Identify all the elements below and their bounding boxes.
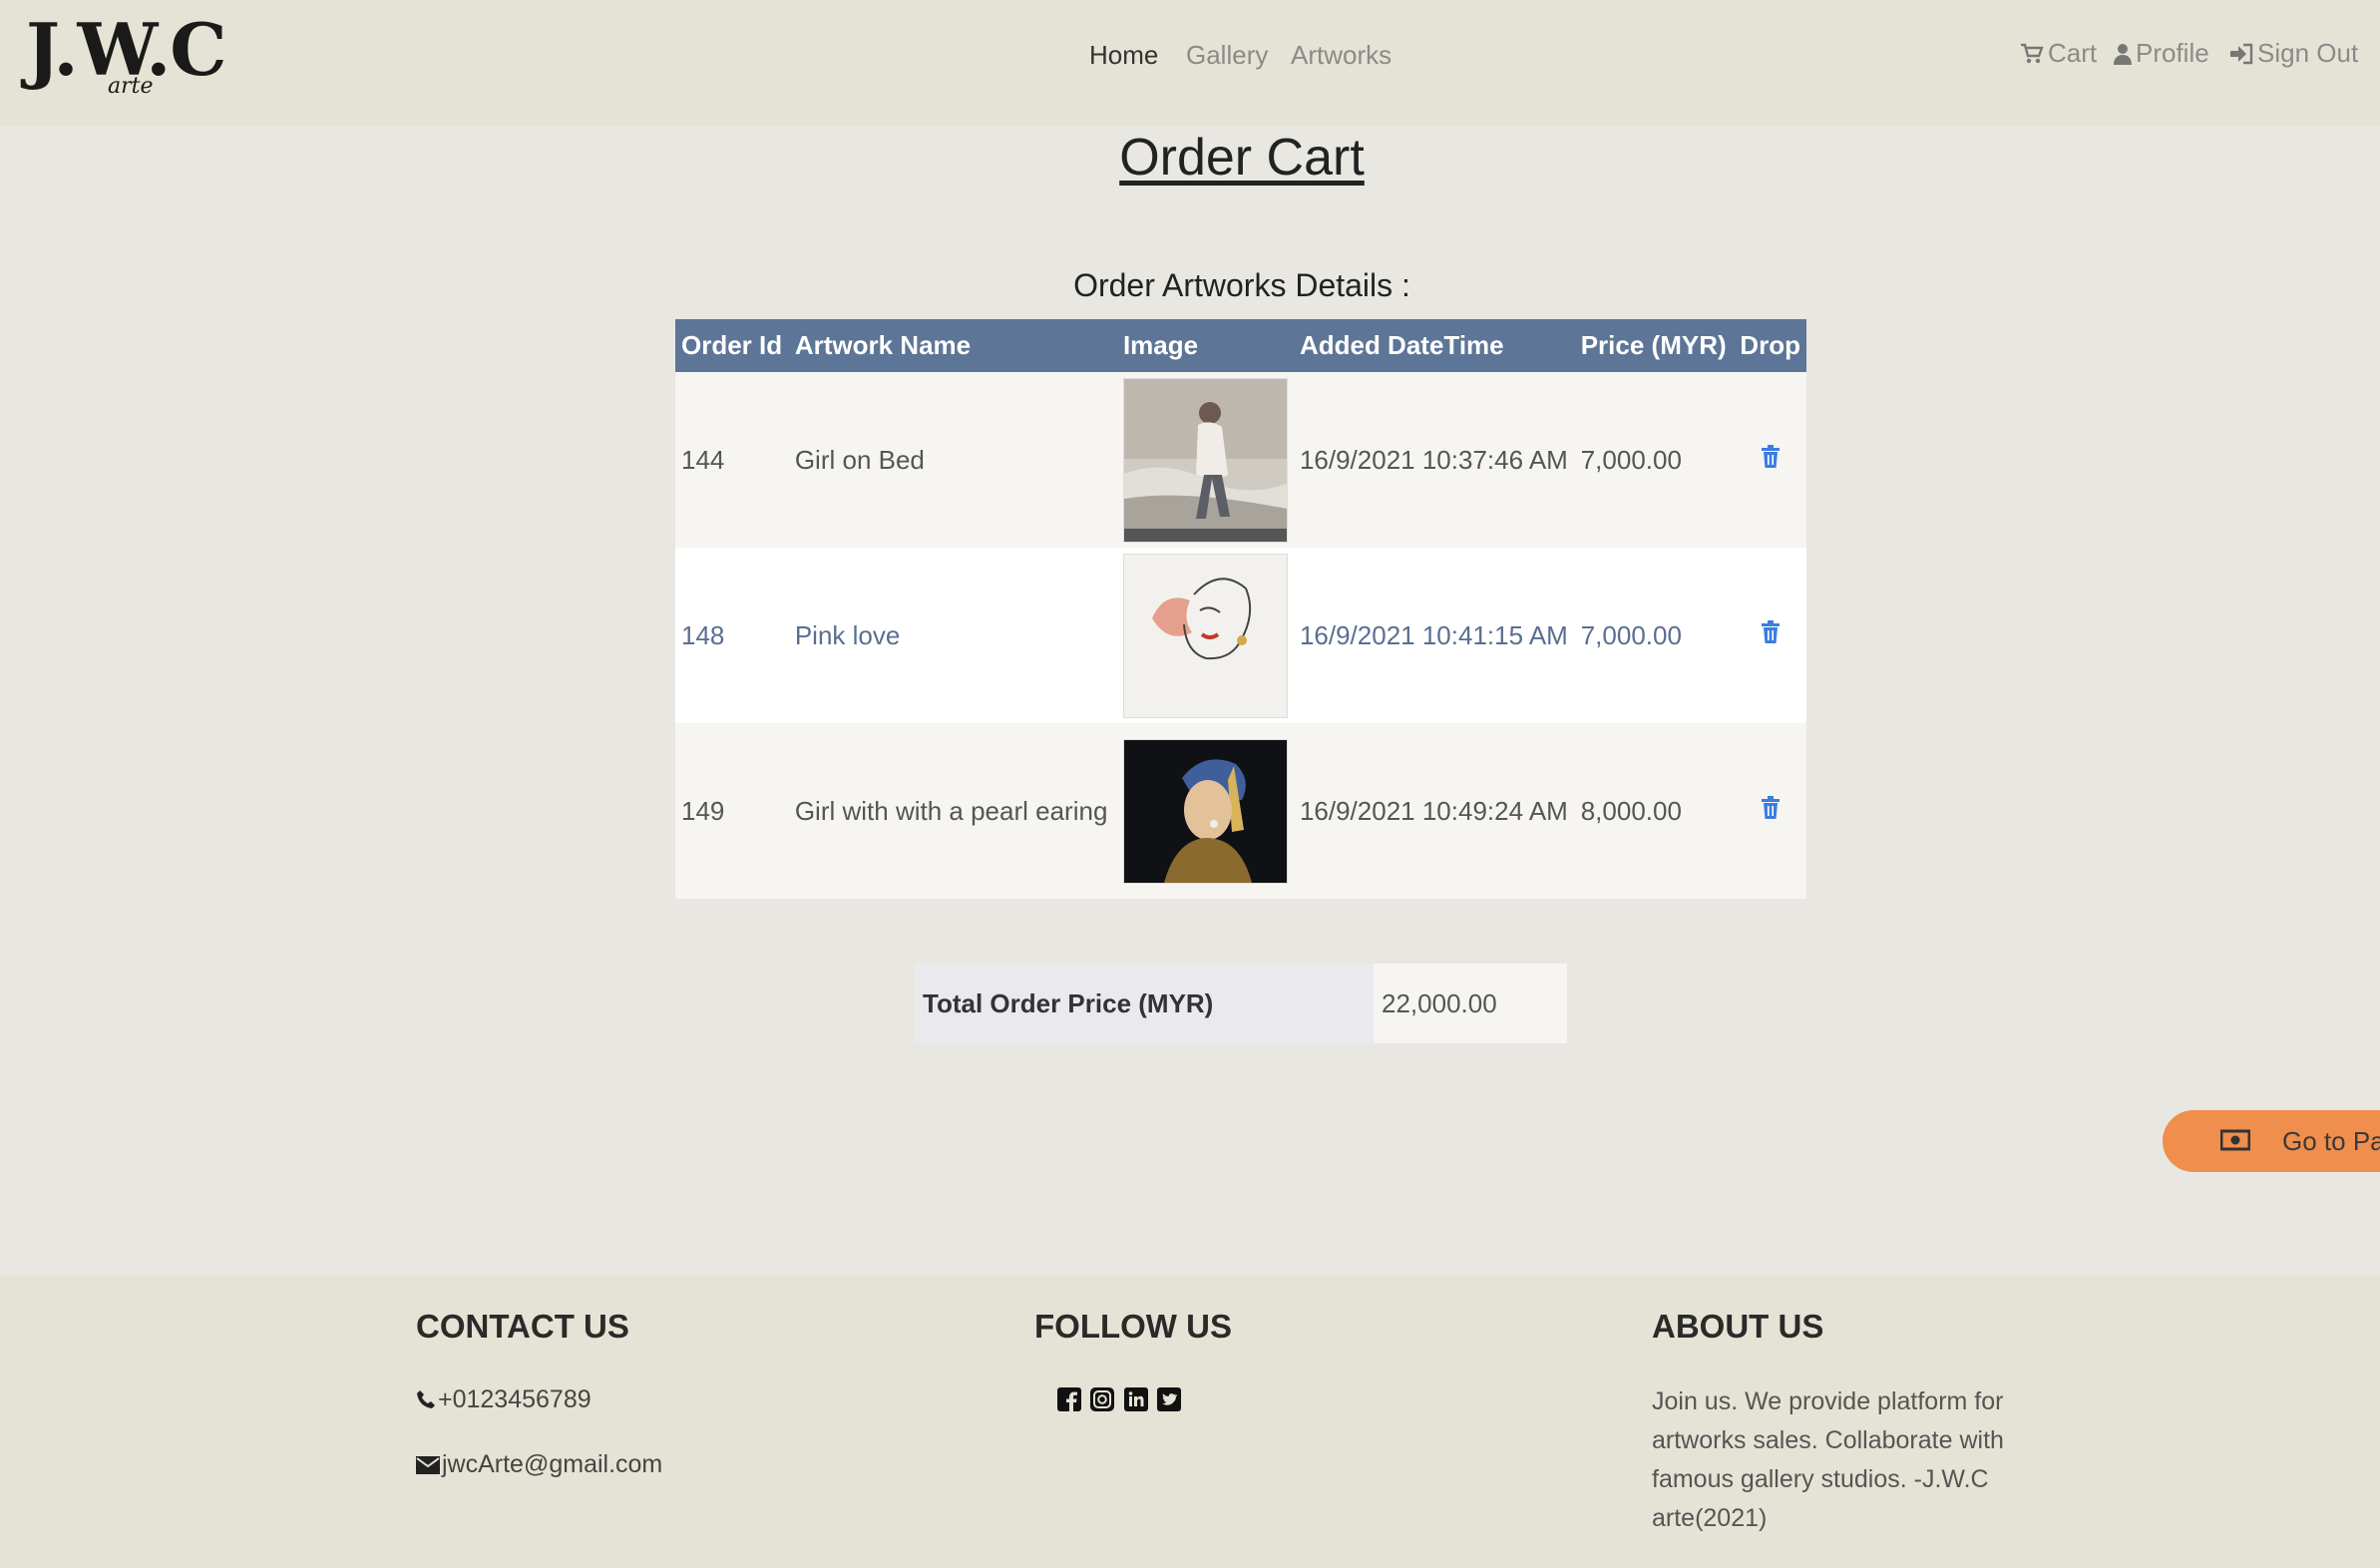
artwork-name-cell: Girl with with a pearl earing [788, 723, 1117, 899]
profile-label: Profile [2136, 38, 2209, 68]
table-row: 148 Pink love 16/9/2021 10:41:15 AM 7,00… [675, 548, 1806, 723]
user-icon [2114, 44, 2132, 65]
phone-line: +0123456789 [416, 1385, 592, 1414]
sign-out-label: Sign Out [2257, 38, 2359, 68]
cart-link[interactable]: Cart [2020, 38, 2097, 69]
col-order-id: Order Id [675, 319, 789, 372]
total-value: 22,000.00 [1374, 964, 1567, 1043]
total-row: Total Order Price (MYR) 22,000.00 [915, 964, 1567, 1043]
table-row: 144 Girl on Bed 16/9/2021 10:37:46 AM 7,… [675, 372, 1806, 548]
follow-heading: FOLLOW US [1034, 1308, 1232, 1345]
linkedin-icon[interactable] [1123, 1387, 1148, 1416]
col-artwork-name: Artwork Name [788, 319, 1117, 372]
table-header-row: Order Id Artwork Name Image Added DateTi… [675, 319, 1806, 372]
cart-label: Cart [2048, 38, 2098, 68]
drop-cell [1734, 723, 1806, 899]
brand-logo[interactable]: J.W.C arte [26, 8, 265, 108]
price-cell: 7,000.00 [1574, 372, 1735, 548]
follow-section: FOLLOW US [1034, 1308, 1232, 1346]
order-id-cell: 148 [675, 548, 789, 723]
price-cell: 7,000.00 [1574, 548, 1735, 723]
envelope-icon [416, 1456, 440, 1474]
sign-out-icon [2230, 43, 2253, 65]
about-section: ABOUT US [1652, 1308, 1823, 1346]
image-cell [1116, 723, 1294, 899]
facebook-icon[interactable] [1057, 1387, 1081, 1416]
pink-love-thumbnail[interactable] [1122, 553, 1288, 718]
trash-icon[interactable] [1761, 619, 1781, 651]
added-datetime-cell: 16/9/2021 10:49:24 AM [1293, 723, 1575, 899]
go-to-payment-button[interactable]: Go to Pa [2163, 1110, 2380, 1172]
artwork-name-cell: Pink love [788, 548, 1117, 723]
profile-link[interactable]: Profile [2114, 38, 2209, 69]
phone-number[interactable]: +0123456789 [438, 1385, 592, 1413]
order-id-cell: 149 [675, 723, 789, 899]
girl-on-bed-thumbnail[interactable] [1122, 377, 1288, 543]
nav-gallery[interactable]: Gallery [1186, 40, 1268, 71]
email-line: jwcArte@gmail.com [416, 1450, 662, 1479]
nav-artworks[interactable]: Artworks [1291, 40, 1391, 71]
table-row: 149 Girl with with a pearl earing 16/9/2… [675, 723, 1806, 899]
contact-section: CONTACT US [416, 1308, 629, 1346]
order-cart-table: Order Id Artwork Name Image Added DateTi… [675, 319, 1806, 899]
email-address[interactable]: jwcArte@gmail.com [442, 1450, 662, 1478]
drop-cell [1734, 372, 1806, 548]
image-cell [1116, 548, 1294, 723]
drop-cell [1734, 548, 1806, 723]
col-drop: Drop [1734, 319, 1806, 372]
price-cell: 8,000.00 [1574, 723, 1735, 899]
nav-home[interactable]: Home [1089, 40, 1158, 71]
added-datetime-cell: 16/9/2021 10:41:15 AM [1293, 548, 1575, 723]
logo-subtext: arte [108, 74, 154, 99]
money-icon [2220, 1129, 2250, 1151]
page-title: Order Cart [1119, 129, 1365, 187]
section-title: Order Artworks Details : [1073, 267, 1410, 303]
col-added-datetime: Added DateTime [1293, 319, 1575, 372]
about-heading: ABOUT US [1652, 1308, 1824, 1345]
cart-icon [2021, 43, 2044, 64]
col-price: Price (MYR) [1574, 319, 1735, 372]
trash-icon[interactable] [1761, 795, 1781, 827]
total-label: Total Order Price (MYR) [915, 964, 1374, 1043]
total-order-table: Total Order Price (MYR) 22,000.00 [915, 964, 1567, 1043]
account-nav: Cart Profile Sign Out [2020, 38, 2362, 78]
image-cell [1116, 372, 1294, 548]
pay-button-label: Go to Pa [2282, 1126, 2380, 1156]
phone-icon [417, 1390, 435, 1408]
social-icons [1057, 1387, 1182, 1416]
artwork-name-cell: Girl on Bed [788, 372, 1117, 548]
added-datetime-cell: 16/9/2021 10:37:46 AM [1293, 372, 1575, 548]
order-id-cell: 144 [675, 372, 789, 548]
twitter-icon[interactable] [1157, 1387, 1182, 1416]
trash-icon[interactable] [1761, 444, 1781, 476]
contact-heading: CONTACT US [416, 1308, 629, 1345]
navbar: J.W.C arte Home Gallery Artworks Cart Pr… [0, 0, 2380, 127]
instagram-icon[interactable] [1090, 1387, 1115, 1416]
about-text: Join us. We provide platform for artwork… [1652, 1387, 2004, 1532]
sign-out-link[interactable]: Sign Out [2229, 38, 2358, 69]
pearl-earing-thumbnail[interactable] [1122, 738, 1288, 884]
col-image: Image [1116, 319, 1294, 372]
